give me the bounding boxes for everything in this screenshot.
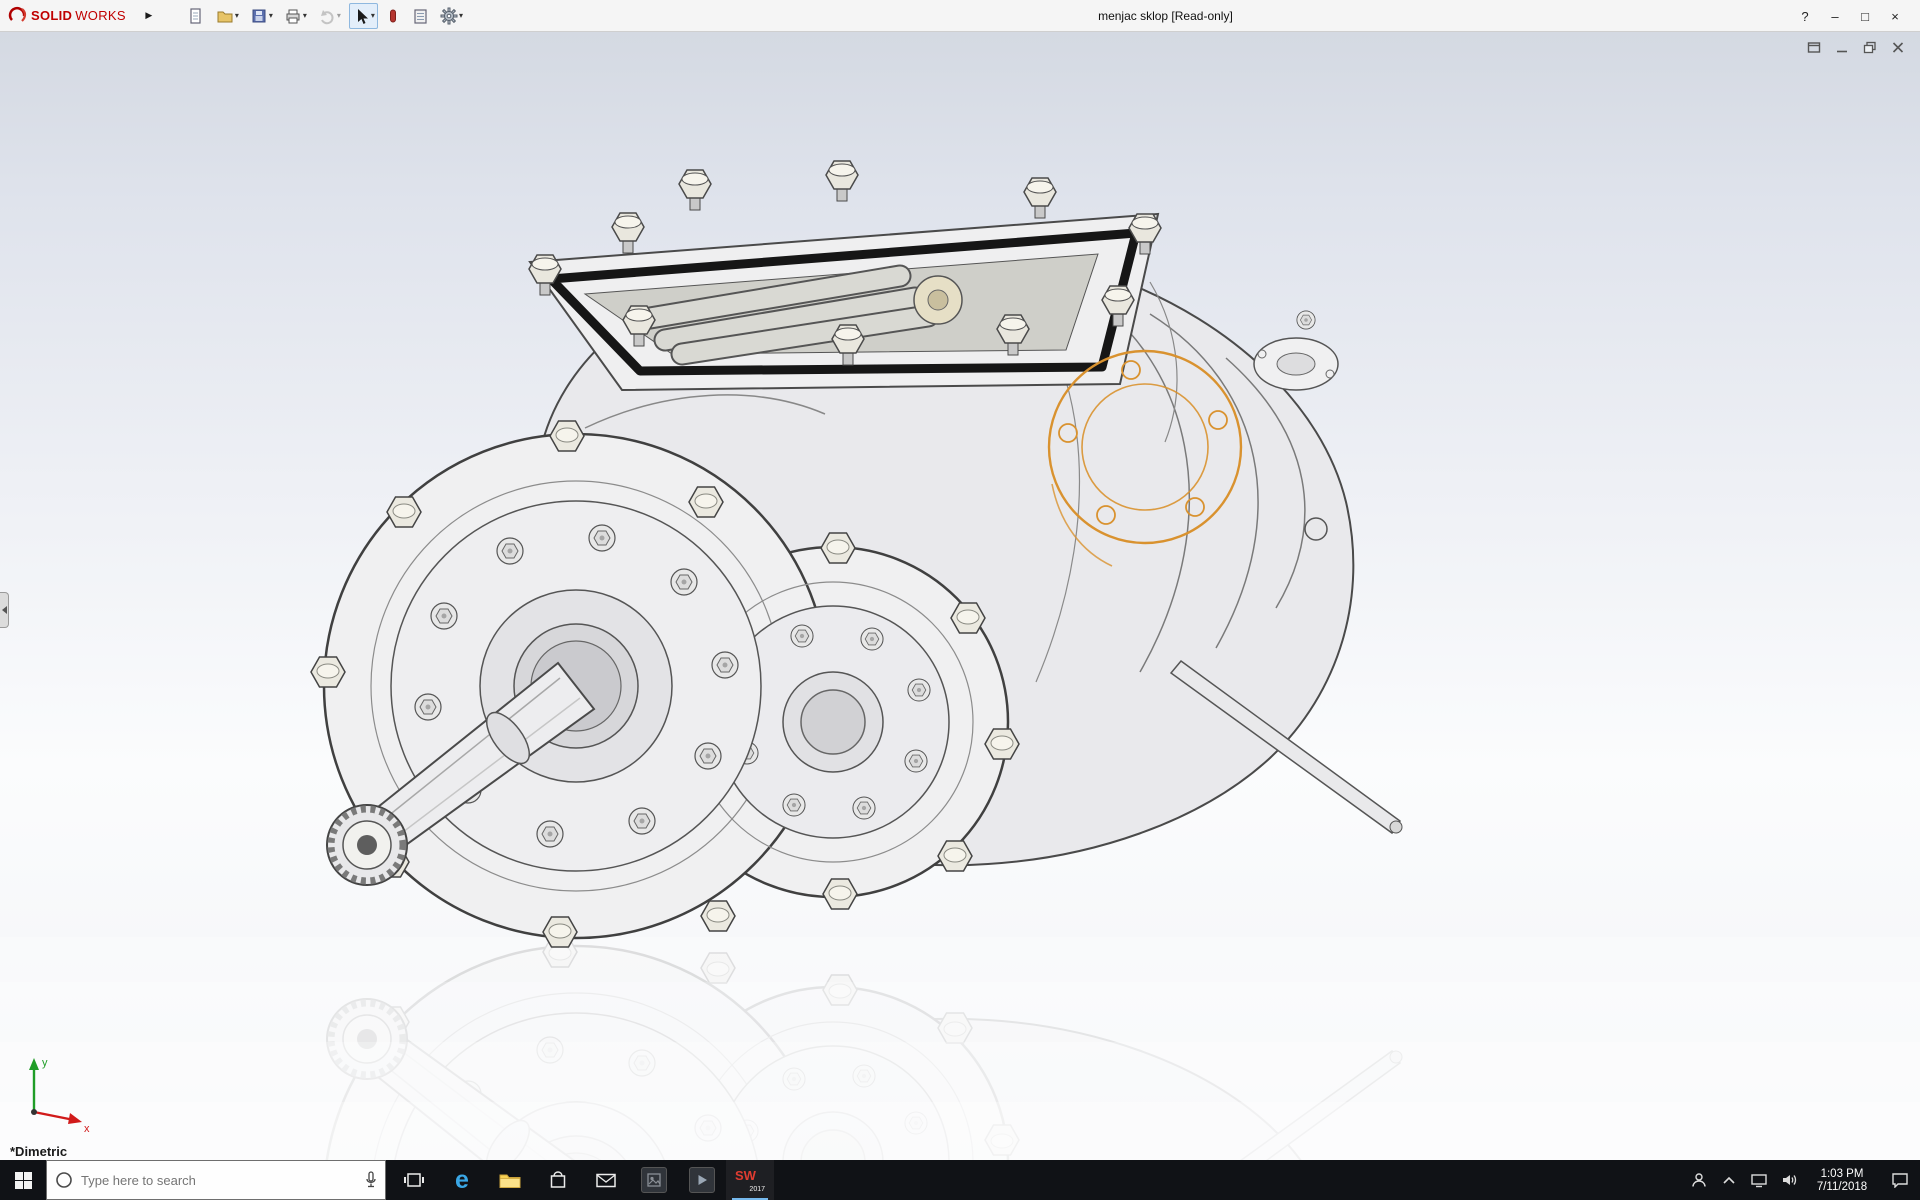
edge-icon: e (455, 1168, 469, 1193)
graphics-area[interactable]: y x *Dimetric (0, 32, 1920, 1160)
microphone-icon[interactable] (365, 1171, 377, 1189)
dark-app-button-2[interactable] (678, 1160, 726, 1200)
menu-flyout-arrow-icon[interactable]: ▶ (142, 10, 156, 21)
file-explorer-icon (499, 1171, 521, 1189)
feature-panel-collapse-tab[interactable] (0, 592, 9, 628)
action-center-icon (1891, 1172, 1909, 1188)
windows-logo-icon (15, 1172, 32, 1189)
print-icon (284, 7, 302, 25)
taskbar-search-input[interactable] (81, 1173, 357, 1188)
start-button[interactable] (0, 1160, 46, 1200)
view-orientation-label: *Dimetric (10, 1144, 67, 1159)
gearbox-model[interactable] (0, 32, 1920, 1160)
select-arrow-button[interactable]: ▾ (349, 3, 378, 29)
file-properties-button[interactable] (408, 3, 432, 29)
maximize-button[interactable]: □ (1850, 9, 1880, 24)
caret-icon: ▾ (371, 11, 375, 20)
triad-x-label: x (84, 1123, 90, 1134)
volume-icon (1781, 1173, 1798, 1187)
chevron-up-icon (1722, 1175, 1736, 1185)
new-document-icon (187, 7, 205, 25)
solidworks-app-icon: SW 2017 (734, 1166, 766, 1194)
taskbar-clock[interactable]: 1:03 PM 7/11/2018 (1804, 1167, 1880, 1194)
save-button[interactable]: ▾ (247, 3, 276, 29)
document-window-controls (1806, 40, 1906, 54)
undo-icon (318, 7, 336, 25)
caret-icon: ▾ (337, 11, 341, 20)
red-pill-icon (386, 7, 400, 25)
windows-taskbar: e (0, 1160, 1920, 1200)
minimize-button[interactable]: – (1820, 9, 1850, 24)
orientation-triad: y x (16, 1050, 104, 1134)
triad-y-label: y (42, 1057, 48, 1069)
volume-button[interactable] (1774, 1160, 1804, 1200)
network-button[interactable] (1744, 1160, 1774, 1200)
settings-gear-icon (440, 7, 458, 25)
gearbox-assembly[interactable] (311, 161, 1402, 947)
taskbar-search-box[interactable] (46, 1160, 386, 1200)
system-tray: 1:03 PM 7/11/2018 (1684, 1160, 1920, 1200)
close-window-button[interactable] (1890, 40, 1906, 54)
network-icon (1751, 1173, 1767, 1188)
people-button[interactable] (1684, 1160, 1714, 1200)
caret-icon: ▾ (235, 11, 239, 20)
mail-envelope-icon (596, 1173, 616, 1188)
sw-badge-year: 2017 (749, 1186, 765, 1193)
solidworks-taskbar-button[interactable]: SW 2017 (726, 1160, 774, 1200)
open-document-button[interactable]: ▾ (213, 3, 242, 29)
task-view-icon (403, 1171, 425, 1189)
dark-app-button-1[interactable] (630, 1160, 678, 1200)
people-icon (1691, 1172, 1707, 1188)
close-button[interactable]: × (1880, 9, 1910, 24)
red-tool-button[interactable] (383, 3, 403, 29)
sw-badge-text: SW (735, 1168, 756, 1183)
help-button[interactable]: ? (1790, 9, 1820, 24)
dark-app-icon-2 (689, 1167, 715, 1193)
clock-date: 7/11/2018 (1804, 1181, 1880, 1194)
caret-icon: ▾ (303, 11, 307, 20)
edge-button[interactable]: e (438, 1160, 486, 1200)
mail-button[interactable] (582, 1160, 630, 1200)
store-bag-icon (549, 1170, 567, 1190)
hidden-icons-button[interactable] (1714, 1160, 1744, 1200)
brand-solid: SOLID (31, 8, 72, 23)
titlebar: SOLIDWORKS ▶ ▾ ▾ ▾ (0, 0, 1920, 32)
clock-time: 1:03 PM (1804, 1168, 1880, 1181)
task-view-button[interactable] (390, 1160, 438, 1200)
caret-icon: ▾ (269, 11, 273, 20)
document-title: menjac sklop [Read-only] (1098, 9, 1233, 23)
action-center-button[interactable] (1880, 1160, 1920, 1200)
new-document-button[interactable] (184, 3, 208, 29)
dark-app-icon-1 (641, 1167, 667, 1193)
open-folder-icon (216, 7, 234, 25)
restore-pane-button[interactable] (1806, 40, 1822, 54)
restore-window-button[interactable] (1862, 40, 1878, 54)
select-cursor-icon (352, 7, 370, 25)
file-explorer-button[interactable] (486, 1160, 534, 1200)
ds-logo-icon (8, 6, 28, 26)
minimize-window-button[interactable] (1834, 40, 1850, 54)
options-gear-button[interactable]: ▾ (437, 3, 466, 29)
taskbar-apps: e (390, 1160, 774, 1200)
brand-works: WORKS (75, 8, 126, 23)
quick-access-toolbar: ▾ ▾ ▾ ▾ ▾ (184, 3, 466, 29)
window-controls: ? – □ × (1790, 0, 1910, 32)
store-button[interactable] (534, 1160, 582, 1200)
save-floppy-icon (250, 7, 268, 25)
file-properties-icon (411, 7, 429, 25)
caret-icon: ▾ (459, 11, 463, 20)
undo-button[interactable]: ▾ (315, 3, 344, 29)
print-button[interactable]: ▾ (281, 3, 310, 29)
solidworks-logo: SOLIDWORKS (8, 6, 126, 26)
cortana-circle-icon (55, 1171, 73, 1189)
